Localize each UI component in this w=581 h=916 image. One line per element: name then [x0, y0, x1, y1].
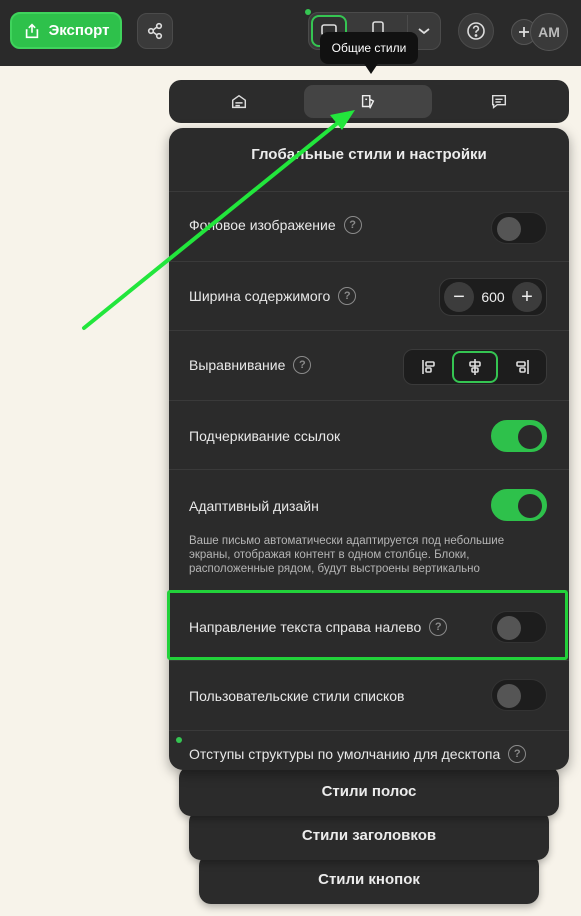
toggle-knob — [518, 425, 542, 449]
setting-row-custom-lists: Пользовательские стили списков — [169, 660, 569, 730]
setting-label: Адаптивный дизайн — [189, 498, 319, 514]
help-icon[interactable]: ? — [338, 287, 357, 305]
template-icon — [231, 94, 247, 108]
align-left-icon — [422, 360, 435, 374]
background-image-label: Фоновое изображение — [189, 217, 336, 233]
avatar-initials: AM — [538, 24, 560, 40]
section-label: Стили кнопок — [318, 870, 420, 888]
description-line: Ваше письмо автоматически адаптируется п… — [189, 535, 505, 547]
avatar[interactable]: AM — [530, 13, 568, 51]
align-right-icon — [516, 360, 529, 374]
setting-label: Пользовательские стили списков — [189, 688, 405, 704]
background-image-toggle[interactable] — [491, 212, 547, 244]
setting-label: Отступы структуры по умолчанию для дескт… — [189, 745, 527, 763]
export-label: Экспорт — [48, 22, 110, 39]
tooltip-text: Общие стили — [331, 41, 407, 55]
setting-row-background-image: Фоновое изображение ? — [169, 191, 569, 261]
adaptive-design-toggle[interactable] — [491, 489, 547, 521]
comment-icon — [491, 94, 507, 109]
alignment-button-group — [403, 349, 547, 385]
export-button[interactable]: Экспорт — [10, 12, 122, 49]
share-button[interactable] — [137, 13, 173, 49]
section-label: Стили полос — [321, 782, 417, 800]
export-icon — [25, 23, 38, 38]
toggle-knob — [497, 217, 521, 241]
tab-templates[interactable] — [175, 85, 303, 118]
custom-lists-toggle[interactable] — [491, 679, 547, 711]
chevron-down-icon — [417, 28, 430, 35]
setting-row-adaptive-design: Адаптивный дизайн Ваше письмо автоматиче… — [169, 469, 569, 590]
panel-title: Глобальные стили и настройки — [251, 146, 487, 163]
toggle-knob — [497, 616, 521, 640]
setting-label: Направление текста справа налево ? — [189, 618, 448, 636]
global-styles-panel: Глобальные стили и настройки Фоновое изо… — [169, 128, 569, 770]
setting-label: Фоновое изображение ? — [189, 216, 362, 234]
adaptive-design-label: Адаптивный дизайн — [189, 498, 319, 514]
align-left-button[interactable] — [406, 351, 452, 383]
increase-width-button[interactable]: + — [512, 282, 542, 312]
setting-row-content-width: Ширина содержимого ? − 600 + — [169, 261, 569, 330]
description-line: расположенные рядом, будут выстроены вер… — [189, 563, 480, 575]
align-center-icon — [469, 359, 481, 375]
tab-comments[interactable] — [435, 85, 563, 118]
align-center-button[interactable] — [452, 351, 498, 383]
help-icon[interactable]: ? — [508, 745, 527, 763]
rtl-label: Направление текста справа налево — [189, 619, 422, 635]
status-dot — [176, 737, 182, 743]
setting-row-link-underline: Подчеркивание ссылок — [169, 400, 569, 469]
rtl-toggle[interactable] — [491, 611, 547, 643]
help-button[interactable] — [458, 13, 494, 49]
desktop-padding-label: Отступы структуры по умолчанию для дескт… — [189, 746, 501, 762]
align-right-button[interactable] — [499, 351, 545, 383]
toggle-knob — [518, 494, 542, 518]
description-line: экраны, отображая контент в одном столбц… — [189, 549, 470, 561]
setting-label: Ширина содержимого ? — [189, 287, 357, 305]
help-icon[interactable]: ? — [429, 618, 448, 636]
top-toolbar: Экспорт AM — [0, 0, 581, 66]
setting-label: Выравнивание ? — [189, 356, 312, 374]
link-underline-toggle[interactable] — [491, 420, 547, 452]
section-heading-styles[interactable]: Стили заголовков — [189, 810, 549, 860]
section-button-styles[interactable]: Стили кнопок — [199, 854, 539, 904]
sidebar-tab-bar — [169, 80, 569, 123]
setting-row-desktop-padding: Отступы структуры по умолчанию для дескт… — [169, 730, 569, 770]
tab-general-styles[interactable] — [304, 85, 432, 118]
content-width-value[interactable]: 600 — [476, 279, 510, 315]
tooltip: Общие стили — [320, 32, 418, 74]
content-width-stepper: − 600 + — [439, 278, 547, 316]
section-stripe-styles[interactable]: Стили полос — [179, 766, 559, 816]
decrease-width-button[interactable]: − — [444, 282, 474, 312]
paint-style-icon — [361, 94, 375, 109]
help-icon[interactable]: ? — [343, 216, 362, 234]
custom-lists-label: Пользовательские стили списков — [189, 688, 405, 704]
section-label: Стили заголовков — [301, 826, 437, 844]
setting-row-rtl: Направление текста справа налево ? — [169, 590, 569, 660]
question-circle-icon — [467, 22, 485, 40]
setting-row-alignment: Выравнивание ? — [169, 330, 569, 400]
link-underline-label: Подчеркивание ссылок — [189, 428, 341, 444]
content-width-label: Ширина содержимого — [189, 288, 331, 304]
toggle-knob — [497, 684, 521, 708]
alignment-label: Выравнивание — [189, 357, 286, 373]
setting-label: Подчеркивание ссылок — [189, 428, 340, 444]
share-icon — [147, 22, 163, 40]
help-icon[interactable]: ? — [293, 356, 312, 374]
plus-icon — [519, 27, 529, 37]
adaptive-design-description: Ваше письмо автоматически адаптируется п… — [189, 534, 554, 576]
